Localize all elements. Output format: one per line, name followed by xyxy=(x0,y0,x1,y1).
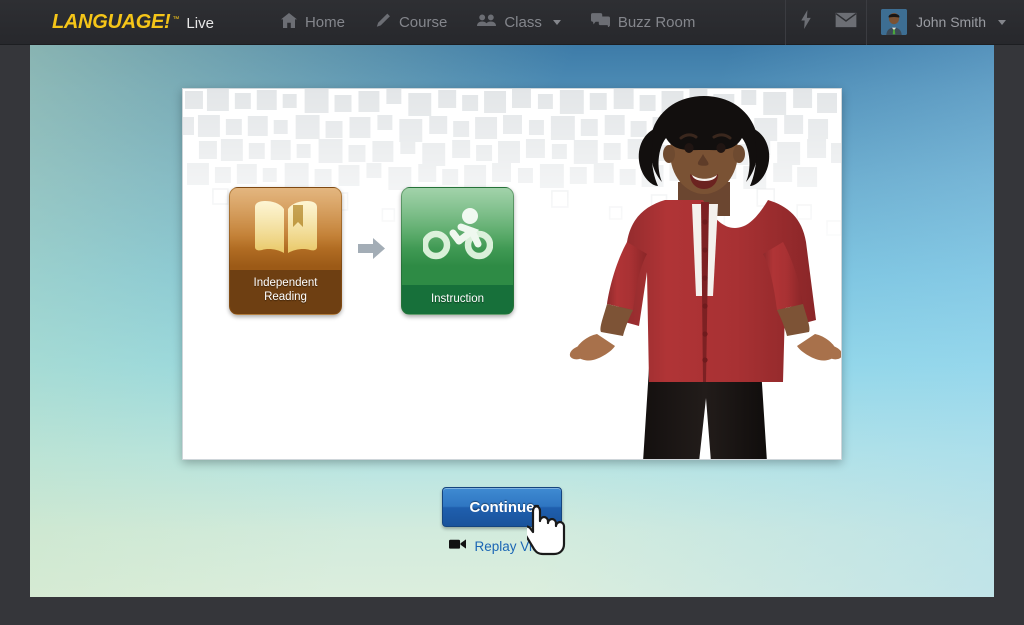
replay-video-link[interactable]: Replay Video xyxy=(442,537,562,555)
nav-item-buzz-room[interactable]: Buzz Room xyxy=(578,7,709,37)
tile-artwork xyxy=(230,188,341,270)
brand-name: LANGUAGE! xyxy=(52,10,171,33)
tile-label-line1: Independent xyxy=(253,277,318,289)
avatar xyxy=(880,9,907,35)
home-icon xyxy=(280,12,297,32)
people-icon xyxy=(477,13,497,31)
tile-instruction[interactable]: Instruction xyxy=(401,187,514,315)
activity-bolt-button[interactable] xyxy=(786,0,826,45)
nav-item-home[interactable]: Home xyxy=(268,7,358,38)
continue-button-label: Continue xyxy=(469,498,535,516)
bolt-icon xyxy=(801,10,811,34)
pencil-icon xyxy=(375,13,391,32)
lesson-card: Independent Reading Instruction xyxy=(182,88,842,460)
primary-nav: Home Course Class Buzz Room xyxy=(268,7,708,38)
brand-subtitle: Live xyxy=(186,14,214,32)
brand-logo[interactable]: LANGUAGE! ™ Live xyxy=(52,11,214,34)
nav-label-class: Class xyxy=(504,13,542,31)
trademark-symbol: ™ xyxy=(172,15,180,23)
presenter-video-figure xyxy=(569,96,841,459)
envelope-icon xyxy=(835,12,857,33)
chevron-down-icon xyxy=(552,19,561,25)
lesson-progression: Independent Reading Instruction xyxy=(229,187,514,315)
lesson-stage: Independent Reading Instruction Continue… xyxy=(30,45,994,597)
nav-label-home: Home xyxy=(304,13,345,31)
tile-artwork xyxy=(402,188,513,285)
video-camera-icon xyxy=(449,537,467,555)
nav-label-buzz-room: Buzz Room xyxy=(617,13,696,31)
tile-label: Instruction xyxy=(402,285,513,314)
nav-label-course: Course xyxy=(398,13,448,31)
user-menu[interactable]: John Smith xyxy=(867,0,1024,45)
tile-independent-reading[interactable]: Independent Reading xyxy=(229,187,342,315)
user-name-label: John Smith xyxy=(915,14,986,30)
messages-button[interactable] xyxy=(826,0,866,45)
tile-label-line2: Reading xyxy=(264,291,307,303)
chevron-down-icon xyxy=(998,19,1006,25)
arrow-right-icon xyxy=(358,238,385,264)
nav-item-course[interactable]: Course xyxy=(362,7,460,38)
tile-label-line1: Instruction xyxy=(430,293,485,305)
nav-item-class[interactable]: Class xyxy=(464,7,574,37)
cyclist-icon xyxy=(421,208,493,265)
replay-video-label: Replay Video xyxy=(474,538,555,554)
continue-button[interactable]: Continue xyxy=(442,487,562,527)
nav-right-group: John Smith xyxy=(784,0,1024,45)
chat-icon xyxy=(590,13,611,31)
tile-label: Independent Reading xyxy=(230,270,341,314)
open-book-icon xyxy=(253,200,319,258)
progress-arrow xyxy=(342,238,401,264)
top-navbar: LANGUAGE! ™ Live Home Course Class Buzz … xyxy=(0,0,1024,45)
